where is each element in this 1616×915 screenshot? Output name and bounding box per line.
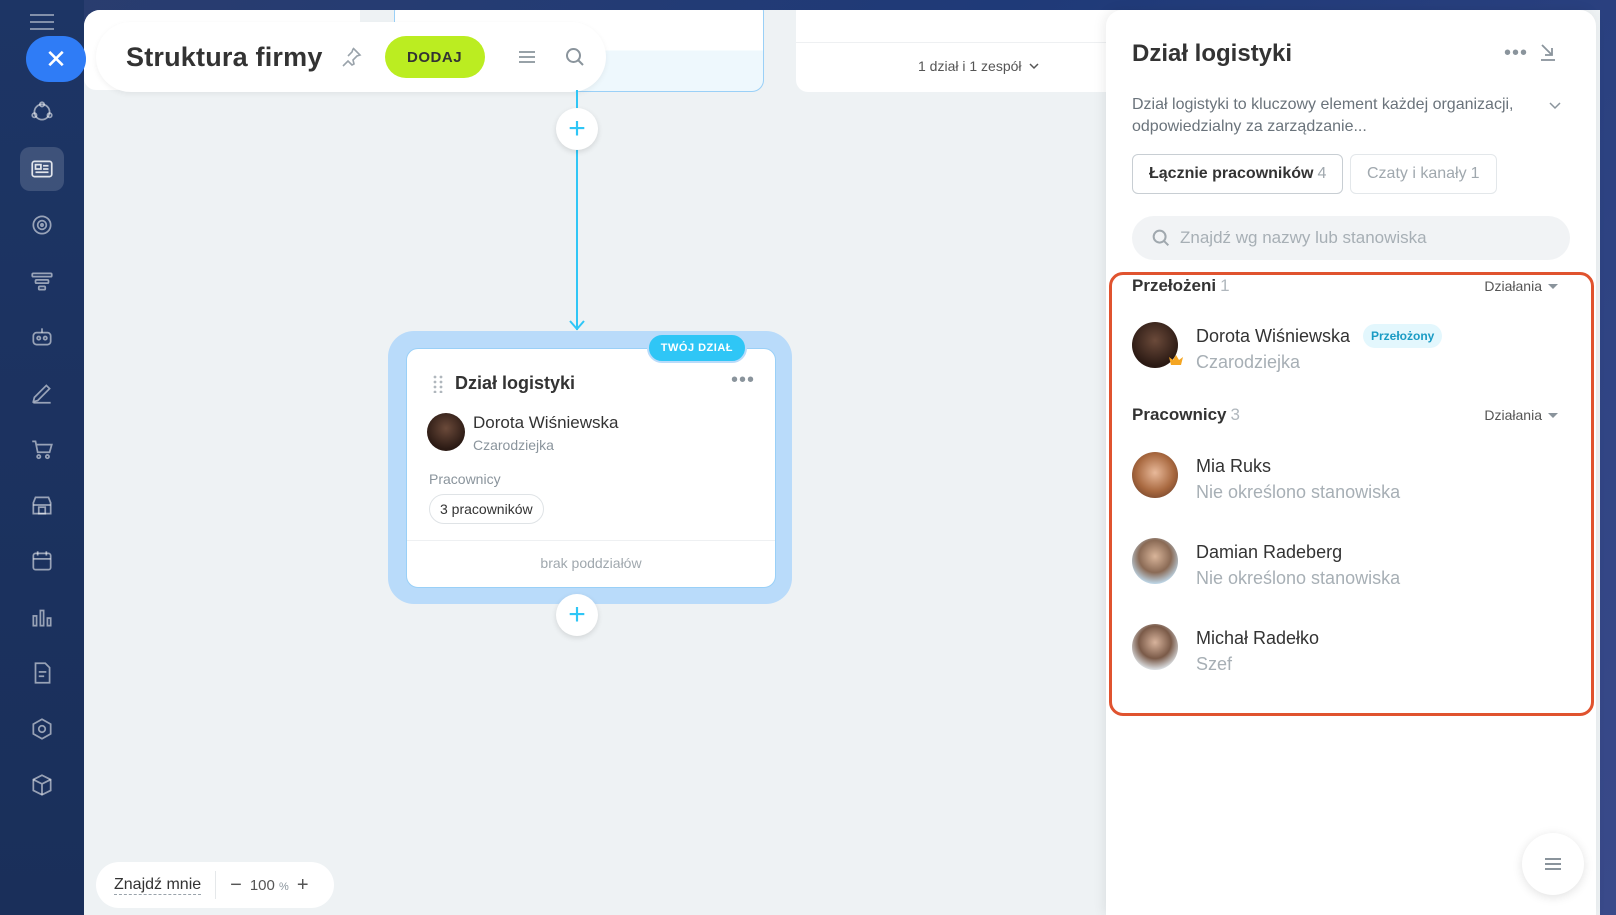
store-icon[interactable] bbox=[20, 483, 64, 527]
heads-section-title: Przełożeni 1 bbox=[1132, 276, 1230, 296]
staff-label: Pracownicy bbox=[429, 471, 501, 487]
tab-employees-count: 4 bbox=[1317, 165, 1327, 182]
document-edit-icon[interactable] bbox=[20, 651, 64, 695]
menu-button[interactable] bbox=[1522, 833, 1584, 895]
heads-count: 1 bbox=[1220, 276, 1230, 295]
staff-title: Pracownicy bbox=[1132, 405, 1227, 424]
zoom-out-button[interactable]: − bbox=[230, 874, 242, 897]
department-title: Dział logistyki bbox=[455, 373, 576, 393]
avatar[interactable] bbox=[1132, 624, 1178, 670]
heads-actions-dropdown[interactable]: Działania bbox=[1484, 278, 1558, 294]
chevron-down-icon bbox=[1028, 63, 1039, 70]
tab-employees-label: Łącznie pracowników bbox=[1149, 165, 1314, 182]
tab-chats[interactable]: Czaty i kanały 1 bbox=[1350, 154, 1497, 194]
target-icon[interactable] bbox=[20, 203, 64, 247]
robot-icon[interactable] bbox=[20, 315, 64, 359]
head-role: Czarodziejka bbox=[473, 437, 554, 453]
header-bar: Struktura firmy DODAJ bbox=[96, 22, 606, 92]
tab-chats-count: 1 bbox=[1470, 165, 1480, 182]
head-badge: Przełożony bbox=[1363, 324, 1443, 348]
person-role: Czarodziejka bbox=[1196, 352, 1301, 372]
more-icon[interactable]: ••• bbox=[1504, 43, 1528, 63]
add-child-plus-button[interactable]: + bbox=[556, 594, 598, 636]
left-sidebar bbox=[0, 0, 84, 915]
person-name[interactable]: Damian Radeberg bbox=[1196, 542, 1342, 563]
staff-count: 3 bbox=[1230, 405, 1240, 424]
zoom-level: 100 % bbox=[250, 877, 289, 894]
funnel-icon[interactable] bbox=[20, 259, 64, 303]
zoom-in-button[interactable]: + bbox=[297, 874, 309, 897]
list-menu-icon[interactable] bbox=[515, 45, 539, 69]
staff-count-chip[interactable]: 3 pracowników bbox=[429, 494, 544, 524]
calendar-icon[interactable] bbox=[20, 539, 64, 583]
zoom-bar: Znajdź mnie − 100 % + bbox=[96, 862, 334, 908]
collapse-icon[interactable] bbox=[1538, 42, 1558, 62]
add-button[interactable]: DODAJ bbox=[384, 36, 485, 78]
person-role: Szef bbox=[1196, 654, 1233, 674]
divider bbox=[407, 540, 775, 541]
divider bbox=[215, 871, 217, 899]
avatar[interactable] bbox=[427, 413, 465, 451]
tab-chats-label: Czaty i kanały bbox=[1367, 165, 1467, 182]
search-input[interactable] bbox=[1180, 228, 1560, 248]
your-department-badge: TWÓJ DZIAŁ bbox=[646, 333, 747, 363]
cube-icon[interactable] bbox=[20, 763, 64, 807]
network-icon[interactable] bbox=[20, 90, 64, 134]
find-me-link[interactable]: Znajdź mnie bbox=[114, 876, 202, 895]
staff-actions-dropdown[interactable]: Działania bbox=[1484, 407, 1558, 423]
subunit-summary-text: 1 dział i 1 zespół bbox=[918, 58, 1022, 74]
structure-icon[interactable] bbox=[20, 147, 64, 191]
menu-icon[interactable] bbox=[30, 14, 54, 32]
panel-title: Dział logistyki bbox=[1132, 40, 1293, 67]
more-icon[interactable]: ••• bbox=[731, 370, 755, 390]
person-name[interactable]: Dorota Wiśniewska bbox=[1196, 326, 1350, 347]
caret-down-icon bbox=[1548, 283, 1558, 289]
zoom-unit: % bbox=[279, 880, 289, 893]
subdepartments-text: brak poddziałów bbox=[540, 555, 642, 571]
search-icon bbox=[1152, 229, 1170, 247]
employee-search[interactable] bbox=[1132, 216, 1570, 260]
crown-icon bbox=[1169, 355, 1183, 365]
department-card[interactable]: TWÓJ DZIAŁ Dział logistyki ••• Dorota Wi… bbox=[406, 333, 776, 588]
staff-section-title: Pracownicy 3 bbox=[1132, 405, 1240, 425]
search-icon[interactable] bbox=[563, 45, 587, 69]
heads-title: Przełożeni bbox=[1132, 276, 1217, 295]
tab-employees[interactable]: Łącznie pracowników 4 bbox=[1132, 154, 1344, 194]
cart-icon[interactable] bbox=[20, 427, 64, 471]
person-name[interactable]: Michał Radełko bbox=[1196, 628, 1319, 649]
caret-down-icon bbox=[1548, 412, 1558, 418]
pin-icon[interactable] bbox=[339, 45, 363, 69]
department-highlight: TWÓJ DZIAŁ Dział logistyki ••• Dorota Wi… bbox=[388, 331, 792, 604]
chart-icon[interactable] bbox=[20, 595, 64, 639]
department-description: Dział logistyki to kluczowy element każd… bbox=[1132, 96, 1514, 135]
person-role: Nie określono stanowiska bbox=[1196, 568, 1401, 588]
chevron-down-icon[interactable] bbox=[1548, 98, 1562, 112]
avatar[interactable] bbox=[1132, 452, 1178, 498]
add-parent-plus-button[interactable]: + bbox=[556, 108, 598, 150]
head-name[interactable]: Dorota Wiśniewska bbox=[473, 413, 619, 433]
department-panel: Dział logistyki ••• Dział logistyki to k… bbox=[1106, 10, 1596, 915]
hexagon-icon[interactable] bbox=[20, 707, 64, 751]
actions-label: Działania bbox=[1484, 278, 1542, 294]
drag-handle-icon[interactable] bbox=[433, 375, 443, 393]
person-role: Nie określono stanowiska bbox=[1196, 482, 1401, 502]
person-name[interactable]: Mia Ruks bbox=[1196, 456, 1271, 477]
list-icon bbox=[1545, 858, 1561, 870]
page-title: Struktura firmy bbox=[126, 41, 323, 72]
close-button[interactable]: ✕ bbox=[26, 36, 86, 82]
subunit-summary[interactable]: 1 dział i 1 zespół bbox=[918, 58, 1040, 74]
avatar[interactable] bbox=[1132, 538, 1178, 584]
actions-label: Działania bbox=[1484, 407, 1542, 423]
pen-icon[interactable] bbox=[20, 371, 64, 415]
zoom-value: 100 bbox=[249, 876, 275, 894]
